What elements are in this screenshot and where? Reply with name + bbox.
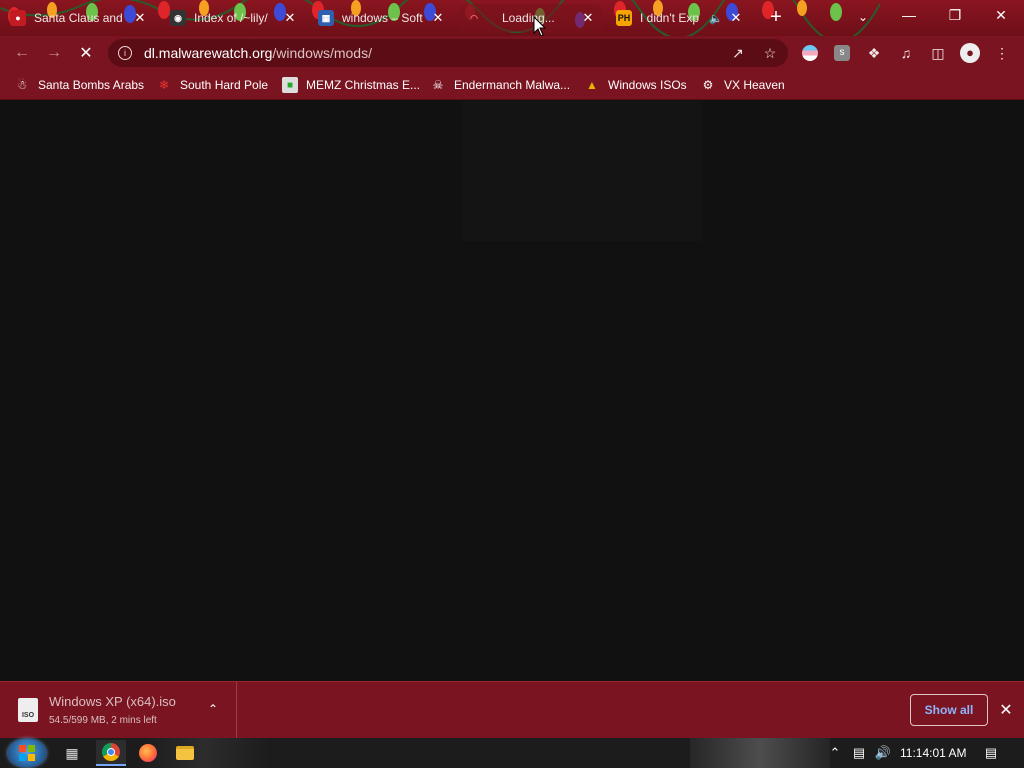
clock[interactable]: 11:14:01 AM	[900, 738, 967, 768]
bookmark-santa-bombs-arabs[interactable]: ☃ Santa Bombs Arabs	[14, 76, 144, 94]
chevron-up-icon[interactable]: ⌃	[204, 700, 222, 718]
restore-icon[interactable]: ❐	[932, 0, 978, 30]
windows-taskbar: ▦ ⌃ ▤ 🔊 11:14:01 AM ▤	[0, 738, 1024, 768]
windows-logo-icon	[19, 745, 35, 761]
firefox-icon[interactable]	[133, 740, 163, 766]
browser-toolbar: ← → ✕ i dl.malwarewatch.org/windows/mods…	[0, 36, 1024, 70]
tab-close-icon[interactable]: ✕	[132, 10, 148, 26]
bookmark-windows-isos[interactable]: ▲ Windows ISOs	[584, 76, 687, 94]
tab-close-icon[interactable]: ✕	[430, 10, 446, 26]
arrow-right-icon[interactable]: →	[42, 41, 66, 65]
close-icon[interactable]: ✕	[978, 0, 1024, 30]
bookmark-vx-heaven[interactable]: ⚙ VX Heaven	[700, 76, 785, 94]
vx-icon: ⚙	[702, 78, 714, 92]
tab-search-icon[interactable]: ⌄	[852, 6, 874, 28]
tab-title: windows – Soft	[342, 11, 423, 25]
tab-windows-software[interactable]: ▦ windows – Soft ✕	[312, 4, 452, 32]
share-icon[interactable]: ↗	[728, 43, 748, 63]
santa-icon: ☃	[16, 78, 28, 92]
tab-i-didnt-expect[interactable]: PH I didn't Exp 🔈 ✕	[610, 4, 750, 32]
bookmark-label: Windows ISOs	[608, 78, 687, 92]
index-icon: ◉	[170, 10, 186, 26]
tab-loading[interactable]: ◠ Loading... ✕	[460, 4, 602, 32]
download-item[interactable]: ISO Windows XP (x64).iso 54.5/599 MB, 2 …	[0, 682, 237, 739]
extension-flag-icon[interactable]	[800, 43, 820, 63]
speaker-icon[interactable]: 🔈	[708, 10, 724, 26]
download-status: 54.5/599 MB, 2 mins left	[49, 715, 157, 726]
download-filename: Windows XP (x64).iso	[49, 694, 176, 709]
tab-santa-claus[interactable]: ● Santa Claus and ✕	[4, 4, 154, 32]
loading-placeholder	[462, 101, 702, 241]
page-content-area	[0, 101, 1024, 681]
memz-icon: ■	[282, 77, 298, 93]
start-button[interactable]	[8, 739, 46, 767]
desktop-screen: ● Santa Claus and ✕ ◉ Index of /~lily/ ✕…	[0, 0, 1024, 768]
url-host: dl.malwarewatch.org	[144, 45, 273, 61]
tab-close-icon[interactable]: ✕	[580, 10, 596, 26]
tab-title: Index of /~lily/	[194, 11, 268, 25]
file-explorer-icon[interactable]	[170, 740, 200, 766]
tab-index-of-lily[interactable]: ◉ Index of /~lily/ ✕	[164, 4, 304, 32]
show-all-button[interactable]: Show all	[910, 694, 988, 726]
trophy-icon: ▲	[586, 78, 598, 92]
site-info-icon[interactable]: i	[118, 46, 132, 60]
snowflake-icon: ❄	[158, 78, 170, 92]
address-bar[interactable]: i dl.malwarewatch.org/windows/mods/	[108, 39, 788, 67]
tab-strip: ● Santa Claus and ✕ ◉ Index of /~lily/ ✕…	[0, 0, 1024, 36]
url-path: /windows/mods/	[272, 45, 372, 61]
bookmark-label: VX Heaven	[724, 78, 785, 92]
chrome-icon[interactable]	[96, 740, 126, 766]
bookmark-label: MEMZ Christmas E...	[306, 78, 421, 92]
mouse-cursor	[533, 16, 547, 36]
stop-icon[interactable]: ✕	[74, 41, 98, 65]
bookmarks-bar: ☃ Santa Bombs Arabs ❄ South Hard Pole ■ …	[0, 70, 1024, 100]
star-icon[interactable]: ☆	[760, 43, 780, 63]
chevron-up-icon[interactable]: ⌃	[826, 738, 844, 768]
download-shelf: ISO Windows XP (x64).iso 54.5/599 MB, 2 …	[0, 681, 1024, 739]
tab-close-icon[interactable]: ✕	[282, 10, 298, 26]
tab-title: I didn't Exp	[640, 11, 699, 25]
side-panel-icon[interactable]: ◫	[928, 43, 948, 63]
taskbar-glow	[690, 738, 830, 768]
bookmark-south-hard-pole[interactable]: ❄ South Hard Pole	[156, 76, 268, 94]
ph-icon: PH	[616, 10, 632, 26]
close-icon[interactable]: ✕	[996, 700, 1016, 720]
minimize-icon[interactable]: —	[886, 0, 932, 30]
volume-icon[interactable]: 🔊	[872, 738, 894, 768]
loading-spinner-icon: ◠	[470, 12, 478, 23]
profile-avatar-icon[interactable]: ●	[960, 43, 980, 63]
arrow-left-icon[interactable]: ←	[10, 41, 34, 65]
new-tab-button[interactable]: +	[766, 7, 786, 27]
notifications-icon[interactable]: ▤	[980, 738, 1002, 768]
santa-icon: ●	[10, 10, 26, 26]
menu-kebab-icon[interactable]: ⋮	[992, 43, 1012, 63]
skull-icon: ☠	[432, 78, 444, 92]
network-icon[interactable]: ▤	[848, 738, 870, 768]
tab-title: Santa Claus and	[34, 11, 123, 25]
extension-s-icon[interactable]: s	[832, 43, 852, 63]
iso-file-icon: ISO	[18, 698, 38, 722]
bookmark-endermanch-malware[interactable]: ☠ Endermanch Malwa...	[430, 76, 570, 94]
task-view-icon[interactable]: ▦	[57, 740, 87, 766]
software-icon: ▦	[318, 10, 334, 26]
bookmark-label: Endermanch Malwa...	[454, 78, 571, 92]
tab-close-icon[interactable]: ✕	[728, 10, 744, 26]
bookmark-label: South Hard Pole	[180, 78, 269, 92]
puzzle-extensions-icon[interactable]: ❖	[864, 43, 884, 63]
media-playlist-icon[interactable]: ♫	[896, 43, 916, 63]
bookmark-memz-christmas[interactable]: ■ MEMZ Christmas E...	[282, 76, 420, 94]
bookmark-label: Santa Bombs Arabs	[38, 78, 145, 92]
